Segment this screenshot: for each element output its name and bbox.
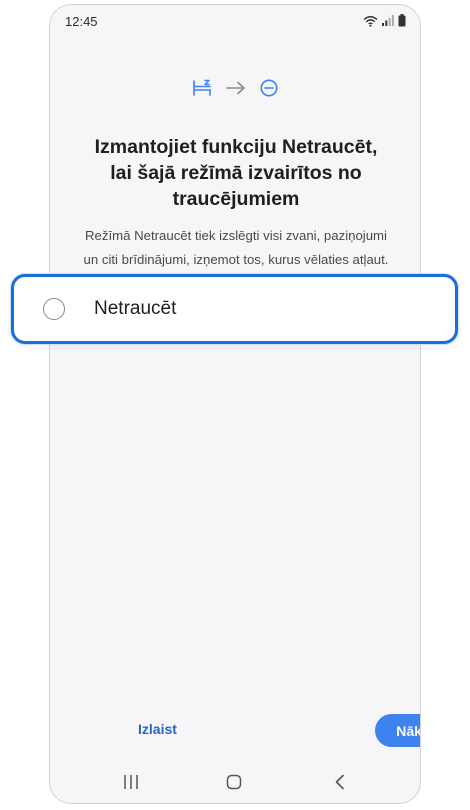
home-icon[interactable] <box>226 774 242 790</box>
description-line-2: un citi brīdinājumi, izņemot tos, kurus … <box>83 252 389 267</box>
skip-button[interactable]: Izlaist <box>138 721 177 737</box>
signal-icon <box>382 15 394 26</box>
description-line-1: Režīmā Netraucēt tiek izslēgti visi zvan… <box>85 228 387 243</box>
bed-icon <box>193 79 211 96</box>
page-description: Režīmā Netraucēt tiek izslēgti visi zvan… <box>70 224 402 272</box>
do-not-disturb-icon <box>260 79 278 97</box>
arrow-right-icon <box>226 81 245 95</box>
next-button[interactable]: Nāk. <box>375 714 420 747</box>
title-line-2: lai šajā režīmā izvairītos no <box>110 162 362 184</box>
do-not-disturb-option[interactable]: Netraucēt <box>11 274 458 344</box>
title-line-1: Izmantojiet funkciju Netraucēt, <box>94 136 378 158</box>
option-label: Netraucēt <box>94 298 177 319</box>
back-icon[interactable] <box>332 774 348 790</box>
title-line-3: traucējumiem <box>172 188 300 210</box>
option-radio[interactable] <box>43 298 65 320</box>
recent-apps-icon[interactable] <box>123 774 139 790</box>
page-title: Izmantojiet funkciju Netraucēt, lai šajā… <box>80 134 392 212</box>
status-bar: 12:45 <box>50 5 420 39</box>
wifi-icon <box>363 15 378 27</box>
battery-icon <box>398 14 406 27</box>
flow-illustration <box>50 79 420 97</box>
navigation-bar <box>49 766 421 800</box>
status-icons <box>363 14 406 27</box>
phone-screen: 12:45 Izmantojiet funkciju Netraucēt, la… <box>49 4 421 804</box>
status-time: 12:45 <box>65 14 98 29</box>
